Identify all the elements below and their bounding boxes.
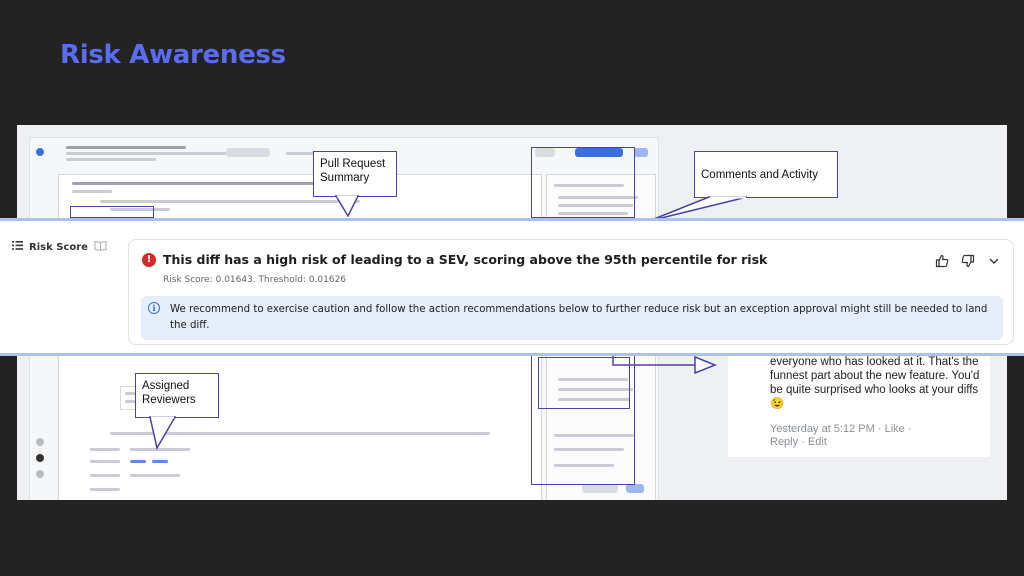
risk-score-band: Risk Score ! This diff has a high risk o… <box>0 218 1024 356</box>
list-icon <box>12 241 23 253</box>
book-icon[interactable] <box>94 240 107 254</box>
comment-text: everyone who has looked at it. That's th… <box>770 356 980 410</box>
comment-snippet: everyone who has looked at it. That's th… <box>728 345 990 457</box>
callout-pointer <box>149 416 177 450</box>
comment-timestamp: Yesterday at 5:12 PM <box>770 423 875 435</box>
callout-pointer <box>334 195 360 217</box>
thumbs-down-icon[interactable] <box>961 254 975 268</box>
wink-emoji: 😉 <box>770 398 785 410</box>
reply-link[interactable]: Reply <box>770 436 798 448</box>
risk-score-card: ! This diff has a high risk of leading t… <box>128 239 1014 345</box>
risk-headline: This diff has a high risk of leading to … <box>163 252 768 267</box>
callout-pull-request-summary: Pull Request Summary <box>313 151 397 197</box>
summary-highlight-outline <box>70 206 154 218</box>
comment-meta: Yesterday at 5:12 PM · Like · Reply · Ed… <box>770 423 912 448</box>
recommendation-banner: i We recommend to exercise caution and f… <box>141 296 1003 340</box>
risk-score-section-label: Risk Score <box>12 240 107 254</box>
info-icon: i <box>148 302 160 314</box>
feedback-actions <box>935 254 1001 268</box>
callout-assigned-reviewers: Assigned Reviewers <box>135 373 219 418</box>
like-link[interactable]: Like <box>885 423 905 435</box>
activity-highlight-outline <box>531 147 635 218</box>
slide-title: Risk Awareness <box>60 40 286 70</box>
thumbs-up-icon[interactable] <box>935 254 949 268</box>
recommendation-text: We recommend to exercise caution and fol… <box>170 304 988 331</box>
callout-comments-and-activity: Comments and Activity <box>694 151 838 198</box>
warning-icon: ! <box>142 253 156 267</box>
app-logo-icon <box>36 148 44 156</box>
risk-score-value: Risk Score: 0.01643. Threshold: 0.01626 <box>163 275 347 285</box>
edit-link[interactable]: Edit <box>808 436 827 448</box>
chevron-down-icon[interactable] <box>987 254 1001 268</box>
